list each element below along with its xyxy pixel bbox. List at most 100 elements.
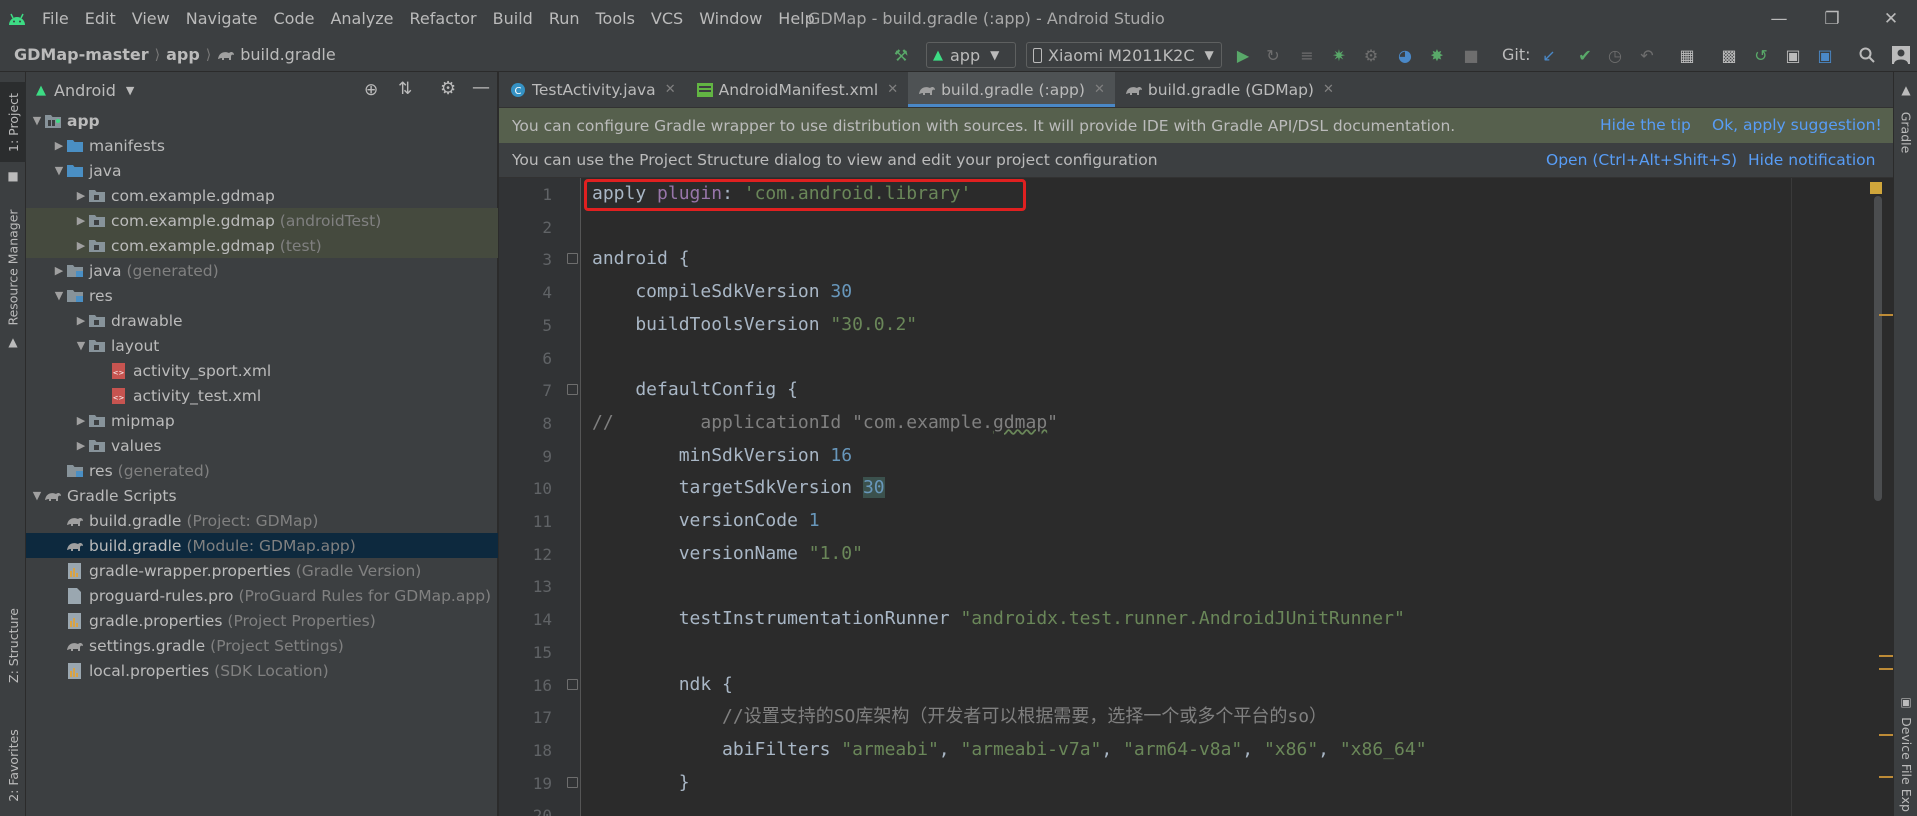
tree-item[interactable]: ▼ layout [26,333,498,358]
run-icon[interactable]: ▶ [1232,44,1254,66]
tree-item[interactable]: proguard-rules.pro (ProGuard Rules for GD… [26,583,498,608]
close-window-icon[interactable]: ✕ [1866,0,1916,38]
close-tab-icon[interactable]: ✕ [1323,82,1334,97]
minimize-icon[interactable]: — [1754,0,1804,38]
git-history-icon[interactable]: ◷ [1604,44,1626,66]
tree-item[interactable]: ▶ java (generated) [26,258,498,283]
scrollbar-thumb[interactable] [1874,196,1882,501]
run-config-dropdown[interactable]: ▲ app ▼ [926,42,1016,68]
tree-item[interactable]: gradle-wrapper.properties (Gradle Version… [26,558,498,583]
code-line[interactable]: //设置支持的SO库架构（开发者可以根据需要，选择一个或多个平台的so） [592,701,1327,733]
hide-panel-icon[interactable]: — [472,77,490,98]
menu-window[interactable]: Window [691,0,770,38]
tree-item[interactable]: ▶ drawable [26,308,498,333]
close-tab-icon[interactable]: ✕ [665,82,676,97]
open-project-structure-link[interactable]: Open (Ctrl+Alt+Shift+S) [1546,143,1737,178]
device-manager-icon[interactable]: ▣ [1782,44,1804,66]
fold-marker-icon[interactable] [567,253,578,265]
code-line[interactable]: compileSdkVersion 30 [592,276,852,308]
attach-debugger-icon[interactable]: ⚙ [1360,44,1382,66]
code-line[interactable]: buildToolsVersion "30.0.2" [592,309,917,341]
tree-item[interactable]: ▶ com.example.gdmap [26,183,498,208]
warning-marker[interactable] [1879,655,1893,657]
expand-arrow-down-icon[interactable]: ▼ [52,289,66,302]
coverage-icon[interactable]: ✸ [1426,44,1448,66]
warning-marker[interactable] [1879,668,1893,670]
tree-item[interactable]: local.properties (SDK Location) [26,658,498,683]
hide-notification-link[interactable]: Hide notification [1748,143,1875,178]
git-rollback-icon[interactable]: ↶ [1636,44,1658,66]
apply-changes-icon[interactable]: ↻ [1262,44,1284,66]
tree-item[interactable]: ▼ app [26,108,498,133]
expand-arrow-right-icon[interactable]: ▶ [74,239,88,252]
apply-code-changes-icon[interactable]: ≡ [1296,44,1318,66]
code-line[interactable]: abiFilters "armeabi", "armeabi-v7a", "ar… [592,734,1427,766]
sync-gradle-icon[interactable]: ↺ [1750,44,1772,66]
restore-icon[interactable]: ❐ [1807,0,1857,38]
menu-run[interactable]: Run [541,0,588,38]
hide-tip-link[interactable]: Hide the tip [1600,108,1691,143]
expand-arrow-right-icon[interactable]: ▶ [52,139,66,152]
collapse-all-icon[interactable]: ⇅ [398,79,412,99]
expand-arrow-right-icon[interactable]: ▶ [74,439,88,452]
menu-view[interactable]: View [124,0,178,38]
expand-arrow-down-icon[interactable]: ▼ [74,339,88,352]
code-line[interactable]: android { [592,243,690,275]
warning-marker[interactable] [1879,734,1893,736]
debug-icon[interactable]: ✷ [1328,44,1350,66]
project-tool-tab[interactable]: 1: Project [0,82,26,162]
avd-manager-icon[interactable]: ▩ [1718,44,1740,66]
menu-navigate[interactable]: Navigate [178,0,266,38]
code-line[interactable]: minSdkVersion 16 [592,440,852,472]
gear-icon[interactable]: ⚙ [440,78,456,99]
code-line[interactable]: defaultConfig { [592,374,798,406]
tree-item[interactable]: <> activity_test.xml [26,383,498,408]
menu-vcs[interactable]: VCS [643,0,691,38]
tree-item[interactable]: ▶ com.example.gdmap (test) [26,233,498,258]
fold-marker-icon[interactable] [567,776,578,788]
breadcrumb-file[interactable]: build.gradle [240,45,335,64]
tree-item[interactable]: build.gradle (Project: GDMap) [26,508,498,533]
menu-build[interactable]: Build [485,0,541,38]
device-file-explorer-tab[interactable]: Device File Exp [1894,712,1917,816]
code-line[interactable]: targetSdkVersion 30 [592,472,885,504]
tree-item[interactable]: ▶ mipmap [26,408,498,433]
menu-code[interactable]: Code [266,0,323,38]
menu-analyze[interactable]: Analyze [322,0,401,38]
code-line[interactable]: versionName "1.0" [592,538,863,570]
expand-arrow-right-icon[interactable]: ▶ [74,414,88,427]
tree-item[interactable]: gradle.properties (Project Properties) [26,608,498,633]
tree-item[interactable]: res (generated) [26,458,498,483]
structure-tool-tab[interactable]: Z: Structure [0,600,26,690]
fold-marker-icon[interactable] [567,678,578,690]
tree-item[interactable]: ▶ manifests [26,133,498,158]
warning-indicator-icon[interactable] [1870,182,1882,194]
expand-arrow-right-icon[interactable]: ▶ [74,189,88,202]
favorites-tool-tab[interactable]: 2: Favorites [0,720,26,810]
tree-item[interactable]: settings.gradle (Project Settings) [26,633,498,658]
project-structure-icon[interactable]: ▦ [1676,44,1698,66]
menu-tools[interactable]: Tools [588,0,643,38]
hammer-icon[interactable]: ⚒ [890,44,912,66]
warning-marker[interactable] [1879,776,1893,778]
apply-suggestion-link[interactable]: Ok, apply suggestion! [1712,108,1882,143]
git-commit-icon[interactable]: ✔ [1574,44,1596,66]
editor-tab[interactable]: build.gradle (GDMap) ✕ [1115,72,1344,107]
menu-file[interactable]: File [34,0,77,38]
expand-arrow-down-icon[interactable]: ▼ [52,164,66,177]
device-dropdown[interactable]: Xiaomi M2011K2C ▼ [1026,42,1222,68]
locate-icon[interactable]: ⊕ [364,80,378,100]
chevron-down-icon[interactable]: ▼ [126,84,134,97]
menu-edit[interactable]: Edit [77,0,124,38]
code-line[interactable]: ndk { [592,669,733,701]
close-tab-icon[interactable]: ✕ [887,82,898,97]
close-tab-icon[interactable]: ✕ [1094,82,1105,97]
code-line[interactable]: } [592,767,690,799]
profile-icon[interactable]: ◕ [1394,44,1416,66]
expand-arrow-right-icon[interactable]: ▶ [74,214,88,227]
editor-tab[interactable]: AndroidManifest.xml ✕ [686,72,909,107]
tree-item[interactable]: ▼ Gradle Scripts [26,483,498,508]
tree-item[interactable]: ▼ java [26,158,498,183]
code-line[interactable]: // applicationId "com.example.gdmap" [592,407,1058,439]
expand-arrow-down-icon[interactable]: ▼ [30,489,44,502]
